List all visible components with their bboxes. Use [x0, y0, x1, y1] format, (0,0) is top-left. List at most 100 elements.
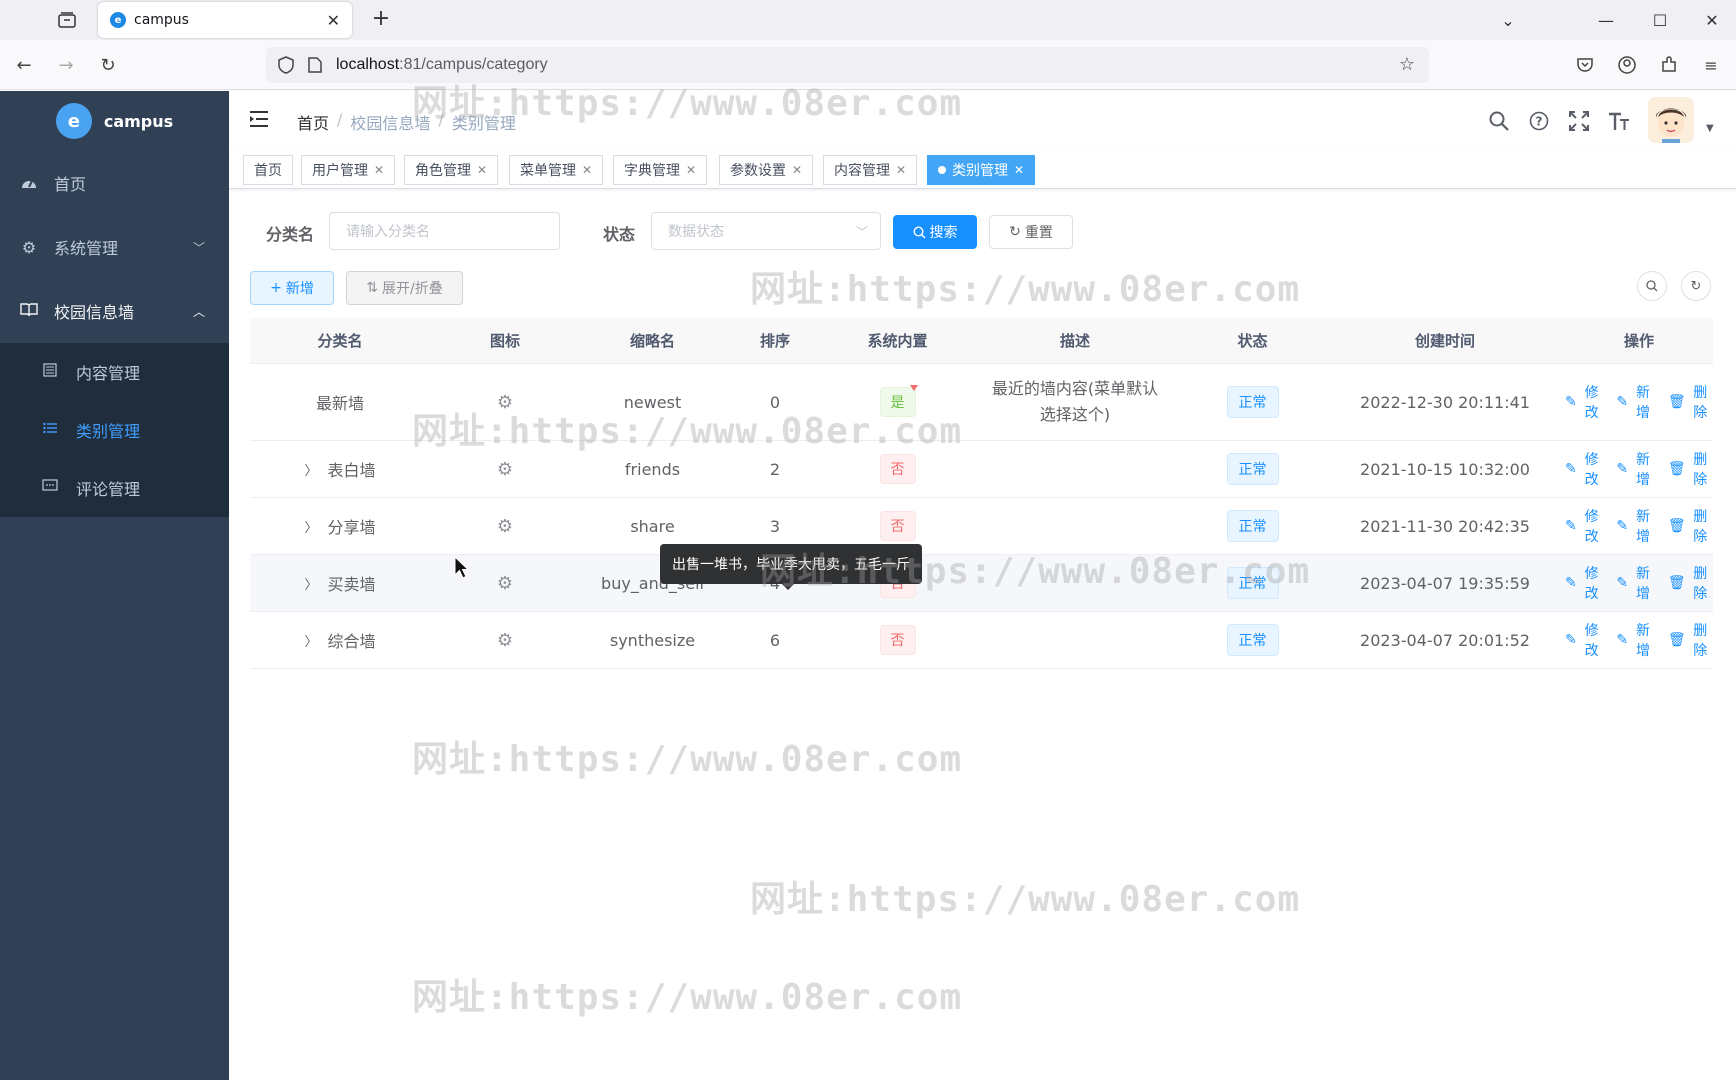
hamburger-icon[interactable]	[249, 109, 269, 133]
tag-params[interactable]: 参数设置 ✕	[719, 155, 814, 185]
close-icon[interactable]: ✕	[582, 163, 592, 177]
back-icon[interactable]: ←	[8, 50, 40, 80]
tag-user-mgmt[interactable]: 用户管理 ✕	[301, 155, 396, 185]
sidebar-item-comments[interactable]: 评论管理	[0, 459, 229, 517]
add-link[interactable]: ✎ 新增	[1616, 382, 1655, 422]
watermark: 网址:https://www.08er.com	[412, 739, 963, 780]
slug: share	[630, 516, 675, 536]
order: 6	[769, 630, 781, 650]
trash-icon: 🗑	[1667, 518, 1686, 534]
browser-tab[interactable]: e campus ✕	[98, 2, 352, 38]
close-icon[interactable]: ✕	[477, 163, 487, 177]
close-icon[interactable]: ✕	[1014, 163, 1024, 177]
close-icon[interactable]: ✕	[686, 163, 696, 177]
bookmark-star-icon[interactable]: ☆	[1399, 54, 1415, 75]
tab-list-chevron-icon[interactable]: ⌄	[1484, 0, 1532, 40]
sidebar-item-system[interactable]: ⚙ 系统管理 ﹀	[0, 215, 229, 279]
tag-role-mgmt[interactable]: 角色管理 ✕	[404, 155, 499, 185]
edit-link[interactable]: ✎ 修改	[1565, 382, 1604, 422]
table-row[interactable]: 〉表白墙 ⚙ friends 2 否 正常 2021-10-15 10:32:0…	[250, 441, 1713, 498]
category-name: 买卖墙	[327, 575, 376, 594]
category-name-input[interactable]: 请输入分类名	[329, 212, 560, 250]
trash-icon: 🗑	[1667, 394, 1686, 410]
caret-down-icon[interactable]: ▼	[1706, 123, 1714, 134]
delete-link[interactable]: 🗑 删除	[1668, 563, 1713, 603]
chevron-right-icon[interactable]: 〉	[304, 631, 317, 650]
fullscreen-icon[interactable]	[1565, 107, 1593, 135]
maximize-icon[interactable]: ☐	[1636, 0, 1684, 40]
close-icon[interactable]: ✕	[792, 163, 802, 177]
forward-icon[interactable]: →	[50, 50, 82, 80]
chevron-right-icon[interactable]: 〉	[304, 460, 317, 479]
close-tab-icon[interactable]: ✕	[327, 11, 340, 30]
sidebar-logo[interactable]: e campus	[0, 91, 229, 151]
add-link[interactable]: ✎ 新增	[1616, 449, 1655, 489]
trash-icon: 🗑	[1667, 632, 1686, 648]
tag-label: 类别管理	[952, 163, 1008, 179]
app-menu-icon[interactable]: ≡	[1698, 52, 1724, 78]
edit-link[interactable]: ✎ 修改	[1565, 563, 1604, 603]
reset-button[interactable]: ↻ 重置	[989, 215, 1073, 249]
delete-link[interactable]: 🗑 删除	[1668, 382, 1713, 422]
minimize-icon[interactable]: —	[1582, 0, 1630, 40]
add-link[interactable]: ✎ 新增	[1616, 620, 1655, 660]
sidebar-item-home[interactable]: 首页	[0, 151, 229, 215]
campus-favicon-icon: e	[110, 12, 126, 28]
close-icon[interactable]: ✕	[896, 163, 906, 177]
search-button[interactable]: 搜索	[893, 215, 977, 249]
link-label: 修改	[1584, 385, 1599, 421]
edit-link[interactable]: ✎ 修改	[1565, 449, 1604, 489]
tag-home[interactable]: 首页	[243, 155, 293, 185]
search-icon[interactable]	[1485, 107, 1513, 135]
help-icon[interactable]: ?	[1525, 107, 1553, 135]
sidebar: e campus 首页 ⚙ 系统管理 ﹀ 校园信息墙 ︿ 内容管理 类别管理 评…	[0, 91, 229, 1080]
sidebar-item-label: 首页	[54, 175, 87, 194]
add-button[interactable]: + 新增	[250, 271, 334, 305]
expand-collapse-button[interactable]: ⇅ 展开/折叠	[346, 271, 463, 305]
add-link[interactable]: ✎ 新增	[1616, 563, 1655, 603]
breadcrumb-item[interactable]: 首页	[297, 110, 329, 134]
status-label: 状态	[603, 225, 636, 244]
table-row[interactable]: 最新墙 ⚙ newest 0 是 最近的墙内容(菜单默认选择这个) 正常 202…	[250, 364, 1713, 441]
status-badge: 正常	[1226, 453, 1279, 485]
link-label: 新增	[1636, 509, 1650, 545]
sidebar-item-campus-wall[interactable]: 校园信息墙 ︿	[0, 279, 229, 343]
reload-icon[interactable]: ↻	[92, 50, 124, 80]
chevron-right-icon[interactable]: 〉	[304, 517, 317, 536]
avatar[interactable]	[1648, 97, 1694, 143]
close-icon[interactable]: ✕	[374, 163, 384, 177]
edit-link[interactable]: ✎ 修改	[1565, 506, 1604, 546]
column-header: 系统内置	[867, 332, 928, 350]
tag-dict-mgmt[interactable]: 字典管理 ✕	[613, 155, 708, 185]
order: 0	[769, 392, 781, 412]
table-row[interactable]: 〉分享墙 ⚙ share 3 否 正常 2021-11-30 20:42:35 …	[250, 498, 1713, 555]
watermark: 网址:https://www.08er.com	[750, 269, 1301, 310]
delete-link[interactable]: 🗑 删除	[1668, 449, 1713, 489]
sidebar-item-category[interactable]: 类别管理	[0, 401, 229, 459]
table-row[interactable]: 〉综合墙 ⚙ synthesize 6 否 正常 2023-04-07 20:0…	[250, 612, 1713, 669]
delete-link[interactable]: 🗑 删除	[1668, 620, 1713, 660]
extensions-icon[interactable]	[1656, 52, 1682, 78]
link-label: 新增	[1636, 452, 1650, 488]
font-size-icon[interactable]	[1605, 107, 1633, 135]
chevron-right-icon[interactable]: 〉	[304, 574, 317, 593]
tag-content-mgmt[interactable]: 内容管理 ✕	[823, 155, 918, 185]
edit-link[interactable]: ✎ 修改	[1565, 620, 1604, 660]
account-icon[interactable]	[1614, 52, 1640, 78]
toggle-search-icon[interactable]	[1637, 271, 1667, 301]
tag-menu-mgmt[interactable]: 菜单管理 ✕	[509, 155, 604, 185]
add-link[interactable]: ✎ 新增	[1616, 506, 1655, 546]
delete-link[interactable]: 🗑 删除	[1668, 506, 1713, 546]
pocket-icon[interactable]	[1572, 52, 1598, 78]
tag-category-mgmt[interactable]: 类别管理 ✕	[927, 155, 1036, 185]
sidebar-item-content[interactable]: 内容管理	[0, 343, 229, 401]
refresh-icon[interactable]: ↻	[1681, 271, 1711, 301]
url-bar[interactable]: localhost:81/campus/category ☆	[266, 47, 1429, 83]
tag-label: 字典管理	[624, 163, 680, 179]
sidebar-item-label: 校园信息墙	[54, 303, 135, 322]
close-window-icon[interactable]: ✕	[1688, 0, 1736, 40]
trash-icon: 🗑	[1667, 461, 1686, 477]
tab-overview-icon[interactable]	[52, 8, 82, 32]
new-tab-icon[interactable]: +	[368, 6, 394, 31]
status-select[interactable]: 数据状态 ﹀	[651, 212, 881, 250]
